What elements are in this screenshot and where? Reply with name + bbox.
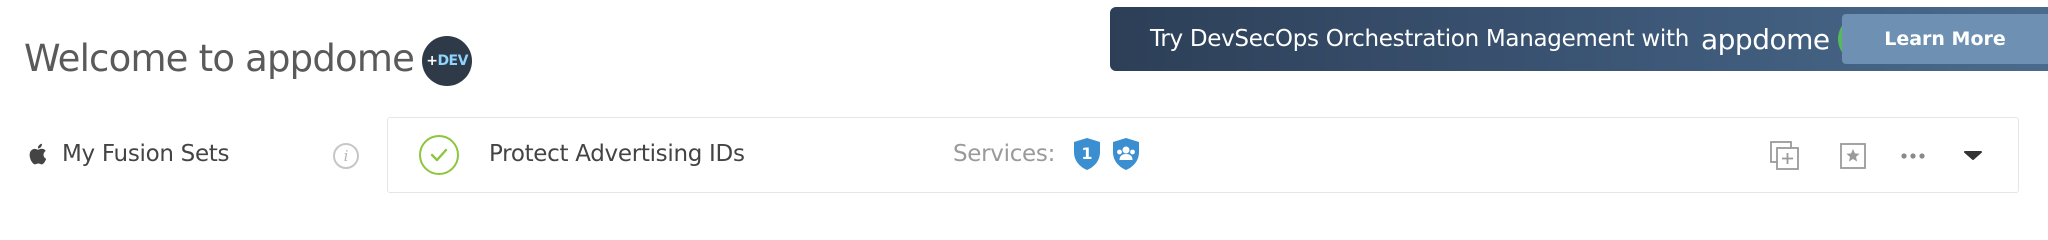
more-icon[interactable] [1896,139,1930,173]
fusion-set-card[interactable]: Protect Advertising IDs Services: 1 [387,117,2019,193]
learn-more-button[interactable]: Learn More [1842,14,2048,64]
dev-badge-text: DEV [437,53,468,69]
page-title: Welcome to appdome [24,36,415,80]
shield-users-icon[interactable] [1111,137,1141,171]
duplicate-icon[interactable] [1768,139,1802,173]
shield-number-icon[interactable]: 1 [1072,137,1102,171]
promo-banner: Try DevSecOps Orchestration Management w… [1110,7,2048,71]
welcome-header: Welcome to appdome + DEV [24,30,473,86]
fusion-set-title[interactable]: Protect Advertising IDs [489,141,745,167]
fusion-sets-label-row: My Fusion Sets [26,136,230,172]
check-circle-icon [419,135,459,175]
apple-icon [29,143,47,165]
banner-text: Try DevSecOps Orchestration Management w… [1150,26,1689,52]
dev-badge: + DEV [422,36,473,86]
star-icon[interactable] [1836,139,1870,173]
services-label: Services: [953,141,1056,167]
shield-number-text: 1 [1081,144,1092,163]
chevron-down-icon[interactable] [1956,139,1990,173]
dev-badge-plus: + [426,53,438,69]
banner-brand-logo: appdome [1700,22,1830,56]
info-icon[interactable]: i [333,143,359,169]
my-fusion-sets-label: My Fusion Sets [62,141,230,167]
